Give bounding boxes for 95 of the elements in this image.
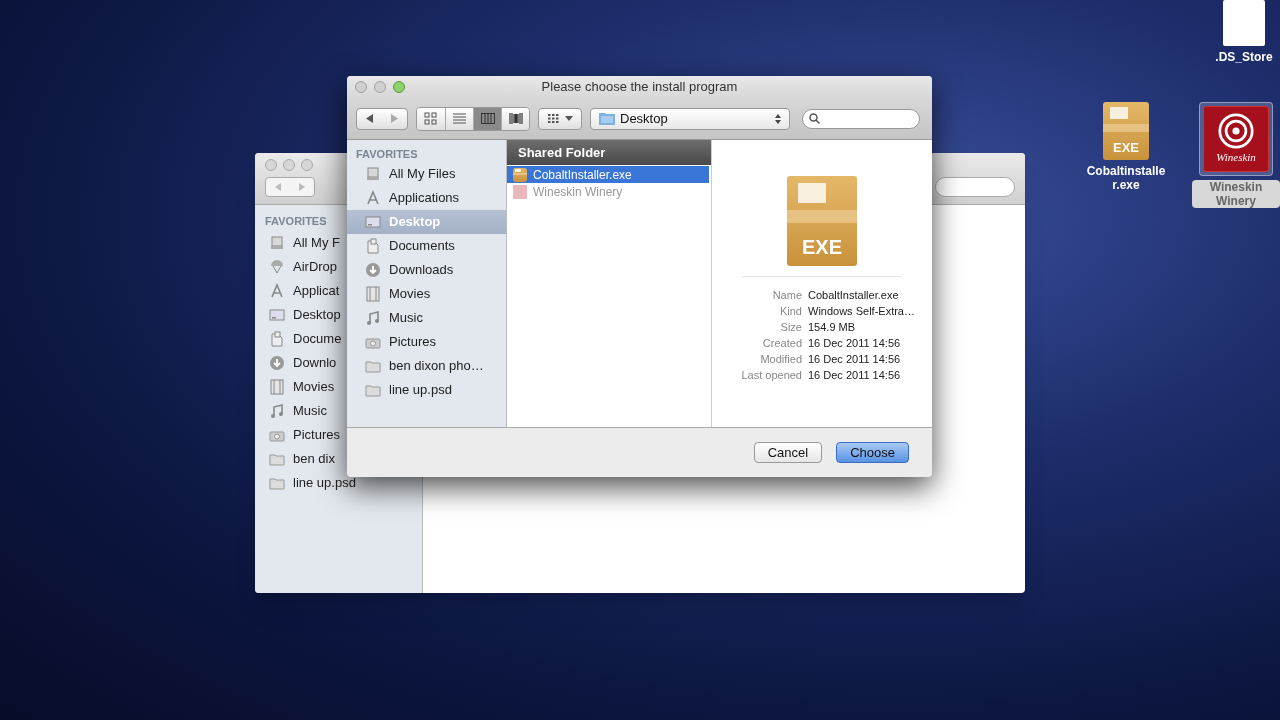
info-label: Size — [779, 320, 802, 335]
choose-button[interactable]: Choose — [836, 442, 909, 463]
sidebar-item[interactable]: Movies — [347, 282, 506, 306]
sidebar-item[interactable]: Music — [347, 306, 506, 330]
document-icon — [365, 238, 381, 254]
forward-arrow-icon — [390, 114, 399, 123]
folder-icon — [599, 112, 615, 125]
window-title: Please choose the install program — [541, 78, 738, 97]
film-icon — [365, 286, 381, 302]
view-mode-button[interactable] — [501, 107, 529, 130]
document-icon — [1223, 0, 1265, 46]
info-value: Windows Self-Extra… — [808, 304, 916, 319]
music-note-icon — [365, 310, 381, 326]
sidebar-item[interactable]: Pictures — [293, 425, 340, 445]
sidebar-item[interactable]: Docume — [293, 329, 342, 349]
exe-file-icon — [513, 167, 527, 182]
coverflow-icon — [508, 112, 523, 125]
download-icon — [269, 355, 285, 371]
info-value: 16 Dec 2011 14:56 — [808, 368, 902, 383]
info-label: Name — [771, 288, 802, 303]
sidebar-item[interactable]: Movies — [293, 377, 335, 397]
icon-label: Cobaltinstalle r.exe — [1085, 164, 1167, 192]
back-forward-buttons[interactable] — [356, 107, 408, 130]
download-icon — [365, 262, 381, 278]
cancel-button[interactable]: Cancel — [753, 442, 823, 463]
window-button-icon — [374, 81, 386, 93]
info-label: Kind — [778, 304, 802, 319]
document-icon — [269, 331, 285, 347]
window-button-icon — [265, 159, 277, 171]
forward-arrow-icon — [298, 183, 306, 191]
exe-file-icon: EXE — [787, 176, 857, 266]
back-arrow-icon — [365, 114, 374, 123]
sidebar-item[interactable]: Applicat — [293, 281, 340, 301]
columns-icon — [480, 112, 495, 125]
list-icon — [452, 112, 467, 125]
folder-icon — [365, 382, 381, 398]
icon-label: .DS_Store — [1214, 50, 1274, 64]
exe-file-icon: EXE — [1103, 102, 1149, 160]
folder-icon — [269, 475, 285, 491]
info-value: 16 Dec 2011 14:56 — [808, 336, 902, 351]
parachute-icon — [269, 259, 285, 275]
info-value: CobaltInstaller.exe — [808, 288, 900, 303]
file-row[interactable]: CobaltInstaller.exe — [507, 166, 709, 183]
film-icon — [269, 379, 285, 395]
grid-icon — [547, 114, 560, 123]
grid-icon — [424, 112, 438, 125]
location-popup[interactable]: Desktop — [590, 107, 790, 130]
compass-a-icon — [365, 190, 381, 206]
icon-label: Wineskin Winery — [1192, 180, 1280, 208]
sidebar-item[interactable]: All My Files — [347, 162, 506, 186]
sidebar-item[interactable]: Applications — [347, 186, 506, 210]
back-arrow-icon — [274, 183, 282, 191]
search-field[interactable] — [935, 177, 1015, 197]
document-stack-icon — [269, 235, 285, 251]
folder-icon — [269, 451, 285, 467]
sidebar-heading: FAVORITES — [265, 214, 327, 229]
view-mode-control[interactable] — [416, 106, 530, 131]
search-field[interactable] — [802, 108, 920, 129]
wineskin-app-icon: Wineskin — [1203, 106, 1269, 172]
desktop-icon — [269, 307, 285, 323]
info-label: Last opened — [740, 368, 802, 383]
sidebar-item[interactable]: line up.psd — [347, 378, 506, 402]
view-mode-button[interactable] — [473, 107, 501, 130]
app-icon — [513, 184, 527, 199]
window-button-icon — [301, 159, 313, 171]
sidebar-item[interactable]: Documents — [347, 234, 506, 258]
info-value: 16 Dec 2011 14:56 — [808, 352, 902, 367]
window-button-icon — [355, 81, 367, 93]
document-stack-icon — [365, 166, 381, 182]
sidebar-item[interactable]: AirDrop — [293, 257, 338, 277]
window-button-icon — [283, 159, 295, 171]
info-label: Modified — [759, 352, 802, 367]
music-note-icon — [269, 403, 285, 419]
sidebar-item[interactable]: ben dixon pho… — [347, 354, 506, 378]
caret-icon — [564, 116, 573, 121]
sidebar-item[interactable]: Downlo — [293, 353, 337, 373]
arrange-button[interactable] — [538, 107, 582, 130]
sidebar-item[interactable]: Pictures — [347, 330, 506, 354]
sidebar-item[interactable]: All My F — [293, 233, 340, 253]
sidebar-item[interactable]: ben dix — [293, 449, 335, 469]
sidebar-item[interactable]: Downloads — [347, 258, 506, 282]
window-button-icon — [393, 81, 405, 93]
info-label: Created — [761, 336, 802, 351]
sidebar-item[interactable]: line up.psd — [293, 473, 356, 493]
sidebar-item[interactable]: Desktop — [293, 305, 341, 325]
sidebar-heading: FAVORITES — [356, 147, 418, 162]
folder-icon — [365, 358, 381, 374]
desktop-icon — [365, 214, 381, 230]
swirl-icon — [1218, 112, 1254, 149]
search-icon — [809, 113, 820, 124]
info-value: 154.9 MB — [808, 320, 857, 335]
column-header: Shared Folder — [507, 140, 711, 165]
stepper-icon — [775, 113, 781, 124]
compass-a-icon — [269, 283, 285, 299]
sidebar-item[interactable]: Music — [293, 401, 327, 421]
